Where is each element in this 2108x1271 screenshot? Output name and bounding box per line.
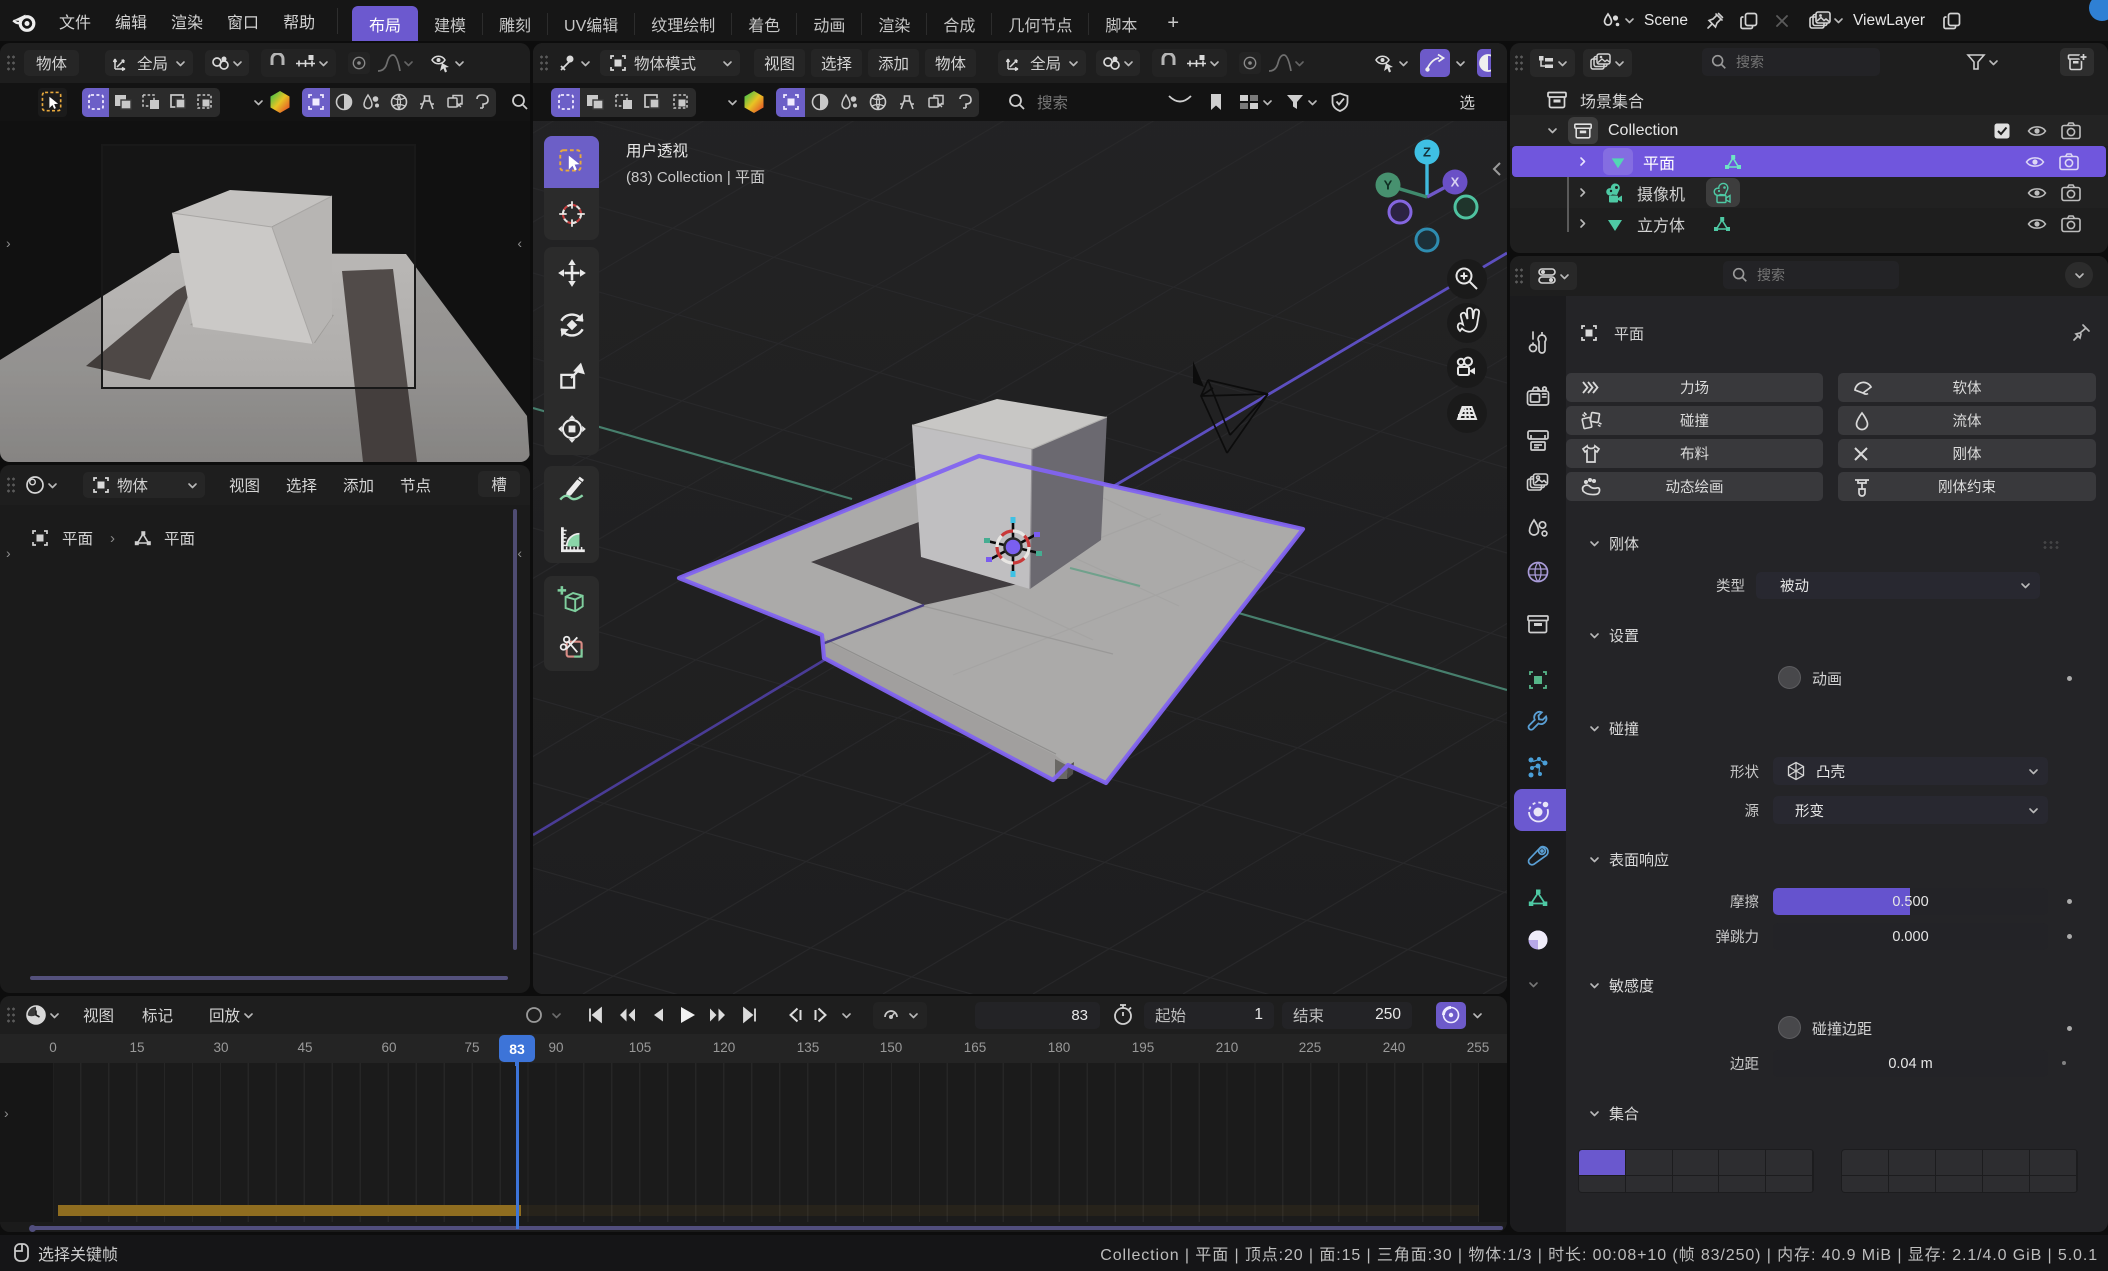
svg-text:X: X (1451, 175, 1460, 190)
svg-text:Y: Y (1384, 178, 1393, 193)
svg-text:Z: Z (1423, 145, 1431, 160)
